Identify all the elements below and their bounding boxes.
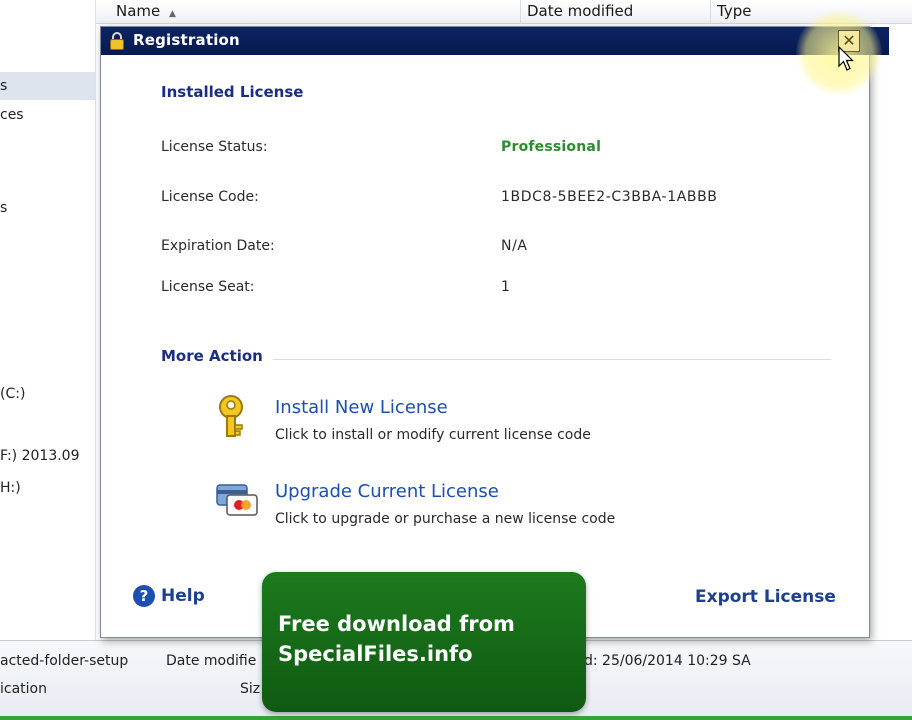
license-code-value: 1BDC8-5BEE2-C3BBA-1ABBB bbox=[501, 189, 718, 205]
upgrade-current-license-desc: Click to upgrade or purchase a new licen… bbox=[275, 511, 616, 527]
section-divider bbox=[273, 359, 831, 360]
license-status-label: License Status: bbox=[161, 139, 268, 155]
export-license-button[interactable]: Export License bbox=[695, 587, 836, 607]
download-watermark-banner: Free download from SpecialFiles.info bbox=[262, 572, 586, 712]
details-date-label: Date modifie bbox=[166, 653, 257, 669]
column-header-name[interactable]: Name ▲ bbox=[110, 0, 526, 24]
help-label: Help bbox=[161, 586, 205, 606]
nav-selection-highlight bbox=[0, 72, 96, 100]
watermark-line-1: Free download from bbox=[278, 612, 515, 636]
cards-icon bbox=[216, 484, 258, 516]
column-header-type[interactable]: Type bbox=[710, 0, 900, 24]
installed-license-heading: Installed License bbox=[161, 83, 304, 101]
column-name-label: Name bbox=[116, 2, 161, 20]
sort-arrow-icon: ▲ bbox=[169, 9, 176, 19]
details-date-value: d: 25/06/2014 10:29 SA bbox=[584, 653, 751, 669]
nav-item[interactable]: ces bbox=[0, 107, 24, 123]
nav-item[interactable]: F:) 2013.09 bbox=[0, 448, 80, 464]
install-new-license-link[interactable]: Install New License bbox=[275, 397, 448, 418]
nav-item[interactable]: s bbox=[0, 78, 7, 94]
expiration-date-value: N/A bbox=[501, 238, 528, 254]
lock-icon bbox=[110, 32, 124, 50]
expiration-date-label: Expiration Date: bbox=[161, 238, 275, 254]
column-header-bar: Name ▲ Date modified Type bbox=[96, 0, 912, 24]
dialog-title: Registration bbox=[133, 31, 240, 49]
nav-item[interactable]: (C:) bbox=[0, 386, 25, 402]
license-code-label: License Code: bbox=[161, 189, 259, 205]
upgrade-current-license-link[interactable]: Upgrade Current License bbox=[275, 481, 499, 502]
watermark-line-2: SpecialFiles.info bbox=[278, 642, 473, 666]
details-size-label: Siz bbox=[240, 681, 261, 697]
license-status-value: Professional bbox=[501, 139, 602, 155]
mouse-pointer-icon bbox=[838, 46, 854, 71]
taskbar-accent-strip bbox=[0, 716, 912, 720]
column-header-date-modified[interactable]: Date modified bbox=[520, 0, 710, 24]
navigation-pane: s ces s (C:) F:) 2013.09 H:) bbox=[0, 0, 96, 640]
registration-dialog: Registration Installed License License S… bbox=[100, 26, 889, 638]
nav-item[interactable]: s bbox=[0, 200, 7, 216]
license-seat-value: 1 bbox=[501, 279, 511, 295]
key-icon bbox=[219, 395, 243, 437]
nav-item[interactable]: H:) bbox=[0, 480, 21, 496]
more-action-heading: More Action bbox=[161, 347, 263, 365]
details-filename: acted-folder-setup bbox=[0, 653, 129, 669]
question-mark-icon: ? bbox=[133, 585, 155, 607]
license-seat-label: License Seat: bbox=[161, 279, 255, 295]
install-new-license-desc: Click to install or modify current licen… bbox=[275, 427, 591, 443]
details-type-value: ication bbox=[0, 681, 47, 697]
dialog-titlebar[interactable]: Registration bbox=[101, 27, 889, 55]
